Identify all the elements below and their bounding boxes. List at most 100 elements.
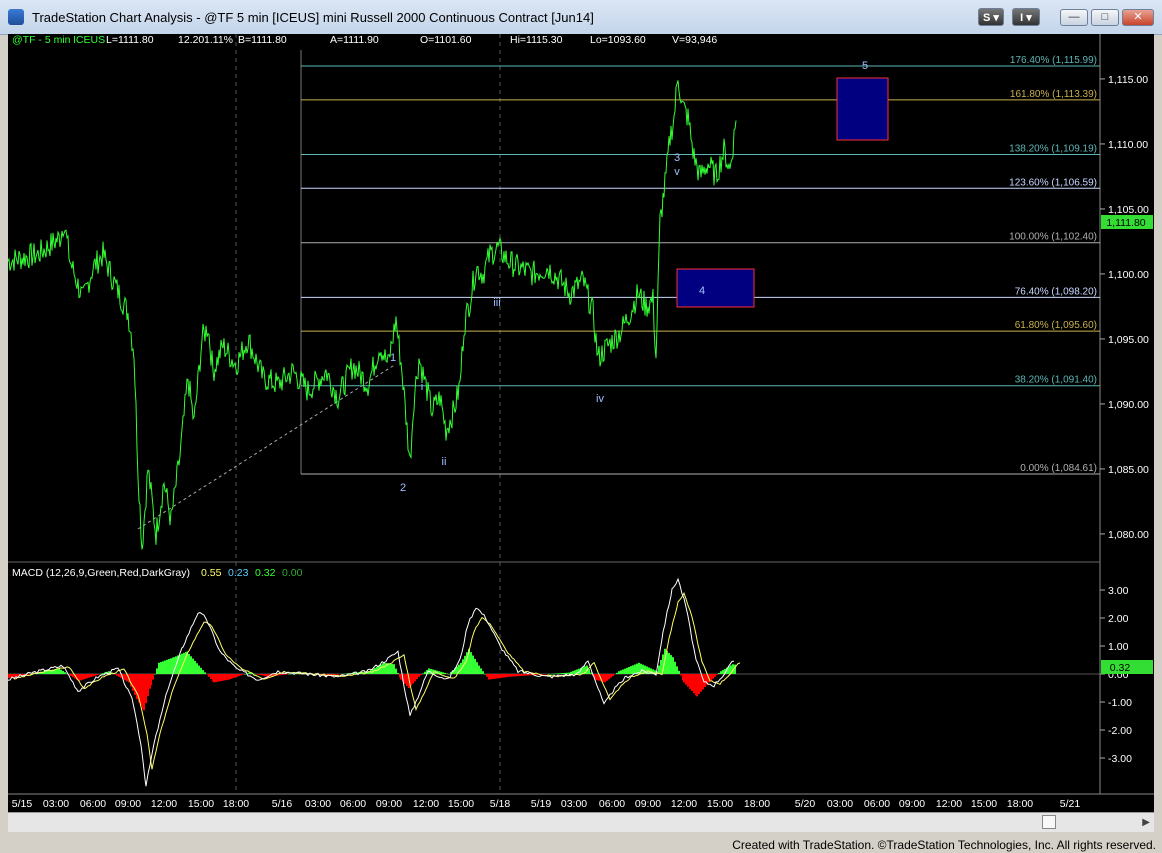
macd-hist-bar (334, 674, 336, 675)
close-button[interactable]: ✕ (1122, 9, 1154, 26)
header-stat: Hi=1115.30 (510, 34, 563, 46)
macd-hist-bar (282, 674, 284, 675)
time-axis-label: 09:00 (635, 798, 661, 810)
time-axis-label: 5/15 (12, 798, 33, 810)
macd-hist-bar (206, 674, 208, 675)
wave-label: i (421, 381, 423, 393)
macd-tick-label: -1.00 (1108, 697, 1132, 709)
macd-hist-bar (404, 674, 406, 684)
macd-hist-bar (28, 674, 30, 675)
macd-hist-bar (691, 674, 693, 692)
macd-hist-bar (98, 674, 100, 675)
macd-hist-bar (72, 674, 74, 678)
macd-hist-bar (442, 672, 444, 674)
time-axis-label: 03:00 (827, 798, 853, 810)
macd-hist-bar (198, 665, 200, 674)
price-tick-label: 1,085.00 (1108, 464, 1149, 476)
macd-hist-bar (342, 673, 344, 675)
macd-hist-bar (712, 674, 714, 679)
i-dropdown-button[interactable]: I ▾ (1012, 8, 1040, 26)
macd-hist-bar (116, 674, 118, 676)
fib-level-label: 38.20% (1,091.40) (1015, 375, 1097, 386)
time-axis-label: 12:00 (671, 798, 697, 810)
macd-hist-bar (256, 674, 258, 675)
fib-level-label: 0.00% (1,084.61) (1020, 463, 1097, 474)
maximize-icon: □ (1101, 11, 1109, 23)
macd-hist-bar (554, 673, 556, 675)
macd-hist-bar (202, 670, 204, 674)
macd-hist-bar (90, 674, 92, 678)
macd-hist-bar (630, 666, 632, 674)
macd-hist-bar (88, 674, 90, 678)
time-axis-label: 15:00 (448, 798, 474, 810)
macd-hist-bar (698, 674, 700, 695)
chart-canvas[interactable]: @TF - 5 min ICEUS L=1111.80 12.20 1.11% B=1… (7, 0, 1154, 812)
macd-hist-bar (219, 674, 221, 682)
macd-hist-bar (440, 671, 442, 674)
macd-hist-bar (602, 674, 604, 682)
macd-hist-bar (550, 673, 552, 675)
s-dropdown-button[interactable]: S ▾ (978, 8, 1004, 26)
macd-hist-bar (262, 674, 264, 676)
scrollbar-thumb[interactable] (1042, 815, 1056, 829)
macd-hist-bar (718, 673, 720, 674)
price-tick-label: 1,095.00 (1108, 334, 1149, 346)
minimize-icon: — (1068, 11, 1080, 23)
macd-hist-bar (444, 672, 446, 674)
macd-hist-bar (132, 674, 134, 691)
macd-hist-bar (678, 670, 680, 674)
horizontal-scrollbar[interactable]: ▶ (8, 812, 1154, 832)
time-axis-label: 03:00 (43, 798, 69, 810)
macd-hist-bar (236, 674, 238, 677)
chart-area[interactable]: @TF - 5 min ICEUS L=1111.80 12.20 1.11% B=1… (7, 0, 1154, 812)
macd-tick-label: 2.00 (1108, 613, 1129, 625)
macd-hist-bar (8, 674, 10, 679)
time-axis-label: 06:00 (80, 798, 106, 810)
time-axis-label: 12:00 (936, 798, 962, 810)
macd-hist-bar (102, 673, 104, 674)
macd-hist-bar (64, 672, 66, 674)
macd-hist-bar (84, 674, 86, 680)
macd-hist-bar (164, 660, 166, 674)
macd-hist-bar (548, 674, 550, 675)
macd-hist-bar (674, 661, 676, 674)
trend-line (137, 363, 397, 530)
price-series-line (7, 80, 737, 550)
macd-hist-bar (448, 674, 450, 675)
macd-tick-label: 1.00 (1108, 641, 1129, 653)
macd-hist-bar (472, 655, 474, 674)
macd-hist-bar (492, 674, 494, 680)
macd-value: 0.32 (255, 567, 276, 579)
macd-hist-bar (395, 668, 397, 674)
macd-hist-bar (152, 674, 154, 680)
macd-hist-bar (258, 674, 260, 675)
macd-hist-bar (622, 669, 624, 674)
macd-value: 0.55 (201, 567, 222, 579)
macd-hist-bar (264, 674, 266, 676)
macd-hist-bar (634, 664, 636, 674)
macd-hist-bar (338, 674, 340, 675)
wave-label: 3 (674, 152, 680, 164)
macd-hist-bar (217, 674, 219, 682)
scroll-right-arrow-icon[interactable]: ▶ (1142, 817, 1150, 828)
time-axis-label: 09:00 (899, 798, 925, 810)
macd-hist-bar (696, 674, 698, 697)
macd-hist-bar (502, 674, 504, 678)
fib-level-label: 123.60% (1,106.59) (1009, 177, 1097, 188)
macd-hist-bar (383, 662, 385, 674)
macd-hist-bar (188, 653, 190, 674)
macd-hist-bar (424, 671, 426, 674)
macd-hist-bar (506, 674, 508, 678)
macd-hist-bar (518, 674, 520, 677)
macd-hist-bar (140, 674, 142, 706)
maximize-button[interactable]: □ (1091, 9, 1119, 26)
macd-axis-ticks: 3.002.001.000.00-1.00-2.00-3.00 (1100, 585, 1132, 765)
macd-histogram (8, 648, 736, 711)
macd-hist-bar (288, 674, 290, 675)
fib-level-label: 161.80% (1,113.39) (1010, 89, 1097, 100)
minimize-button[interactable]: — (1060, 9, 1088, 26)
macd-hist-bar (210, 674, 212, 680)
header-stat: O=1101.60 (420, 34, 472, 46)
time-axis-label: 5/18 (490, 798, 511, 810)
macd-hist-bar (714, 674, 716, 677)
